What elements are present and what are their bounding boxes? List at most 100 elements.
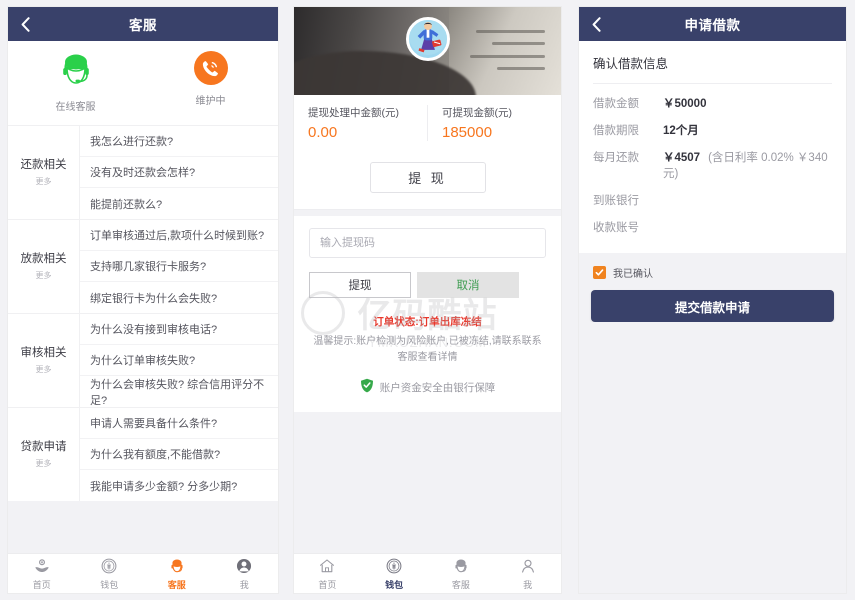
avatar[interactable] <box>406 17 450 61</box>
faq-group: 放款相关 更多 订单审核通过后,款项什么时候到账? 支持哪几家银行卡服务? 绑定… <box>8 219 278 313</box>
section-title: 确认借款信息 <box>593 53 832 84</box>
balance-label: 可提现金额(元) <box>442 105 561 120</box>
navbar-customer-service: 客服 <box>8 7 278 41</box>
faq-question[interactable]: 能提前还款么? <box>80 188 278 219</box>
page-filler <box>294 412 561 553</box>
tab-customer-service[interactable]: 客服 <box>428 554 495 593</box>
checkbox-checked-icon[interactable] <box>593 266 606 279</box>
balance-value: 185000 <box>442 124 561 141</box>
faq-category-review[interactable]: 审核相关 更多 <box>8 314 80 407</box>
wallet-coin-icon <box>100 557 118 576</box>
balance-value: 0.00 <box>308 124 427 141</box>
faq-category-more: 更多 <box>36 458 52 469</box>
tab-customer-service[interactable]: 客服 <box>143 554 211 593</box>
faq-question[interactable]: 支持哪几家银行卡服务? <box>80 251 278 282</box>
loan-body: 确认借款信息 借款金额 ￥50000 借款期限 12个月 每月还款 ￥4507(… <box>579 41 846 593</box>
tab-profile[interactable]: 我 <box>211 554 279 593</box>
avatar-man-icon <box>409 17 447 58</box>
tab-wallet[interactable]: 钱包 <box>76 554 144 593</box>
user-profile-icon <box>519 557 537 576</box>
tabbar-panel2: 首页 钱包 <box>294 553 561 593</box>
order-status-text: 订单状态:订单出库冻结 <box>309 314 546 329</box>
tab-home[interactable]: 首页 <box>8 554 76 593</box>
faq-question-list: 订单审核通过后,款项什么时候到账? 支持哪几家银行卡服务? 绑定银行卡为什么会失… <box>80 220 278 313</box>
faq-category-more: 更多 <box>36 364 52 375</box>
back-button[interactable] <box>579 7 613 41</box>
faq-category-application[interactable]: 贷款申请 更多 <box>8 408 80 501</box>
shield-check-icon <box>360 378 374 396</box>
faq-question[interactable]: 为什么我有额度,不能借款? <box>80 439 278 470</box>
row-key: 收款账号 <box>593 219 663 235</box>
loan-row-term: 借款期限 12个月 <box>593 122 832 138</box>
bank-guarantee-text: 账户资金安全由银行保障 <box>380 380 496 395</box>
screen-withdraw: 提现处理中金额(元) 0.00 可提现金额(元) 185000 提 现 提现 取… <box>293 6 562 594</box>
faq-question-list: 我怎么进行还款? 没有及时还款会怎样? 能提前还款么? <box>80 126 278 219</box>
loan-row-bank[interactable]: 到账银行 <box>593 192 832 208</box>
navbar-loan-apply: 申请借款 <box>579 7 846 41</box>
row-value: ￥4507(含日利率 0.02% ￥340元) <box>663 149 832 181</box>
back-button[interactable] <box>8 7 42 41</box>
page-title: 客服 <box>8 14 278 34</box>
faq-category-disbursement[interactable]: 放款相关 更多 <box>8 220 80 313</box>
loan-row-monthly: 每月还款 ￥4507(含日利率 0.02% ￥340元) <box>593 149 832 181</box>
loan-info-card: 确认借款信息 借款金额 ￥50000 借款期限 12个月 每月还款 ￥4507(… <box>579 41 846 253</box>
faq-group: 审核相关 更多 为什么没有接到审核电话? 为什么订单审核失败? 为什么会审核失败… <box>8 313 278 407</box>
balance-available: 可提现金额(元) 185000 <box>427 105 561 141</box>
tab-label: 首页 <box>33 578 51 591</box>
warning-tip-text: 温馨提示:账户检测为风险账户,已被冻结,请联系联系客服查看详情 <box>309 334 546 366</box>
service-entry-label: 在线客服 <box>56 98 96 113</box>
wallet-coin-icon <box>385 557 403 576</box>
row-value: ￥50000 <box>663 95 706 111</box>
faq-question[interactable]: 我怎么进行还款? <box>80 126 278 157</box>
phone-call-icon <box>194 51 228 85</box>
confirm-withdraw-button[interactable]: 提现 <box>309 272 411 298</box>
faq-category-repayment[interactable]: 还款相关 更多 <box>8 126 80 219</box>
tab-label: 我 <box>240 578 249 591</box>
tab-label: 客服 <box>168 578 186 591</box>
phone-panel-withdraw: 提现处理中金额(元) 0.00 可提现金额(元) 185000 提 现 提现 取… <box>285 0 570 600</box>
loan-row-account[interactable]: 收款账号 <box>593 219 832 235</box>
withdraw-button[interactable]: 提 现 <box>370 162 486 193</box>
customer-service-icon <box>452 557 470 576</box>
faq-category-label: 还款相关 <box>21 158 67 174</box>
screen-customer-service: 客服 <box>7 6 279 594</box>
faq-question[interactable]: 为什么会审核失败? 综合信用评分不足? <box>80 376 278 407</box>
tab-profile[interactable]: 我 <box>494 554 561 593</box>
withdraw-primary-wrap: 提 现 <box>294 152 561 210</box>
tab-label: 首页 <box>318 578 336 591</box>
service-entry-online[interactable]: 在线客服 <box>8 51 143 113</box>
withdraw-code-input[interactable] <box>309 228 546 258</box>
faq-question[interactable]: 为什么没有接到审核电话? <box>80 314 278 345</box>
faq-question[interactable]: 订单审核通过后,款项什么时候到账? <box>80 220 278 251</box>
tab-home[interactable]: 首页 <box>294 554 361 593</box>
home-hand-icon <box>33 557 51 576</box>
tab-wallet[interactable]: 钱包 <box>361 554 428 593</box>
phone-panel-customer-service: 客服 <box>0 0 285 600</box>
row-key: 到账银行 <box>593 192 663 208</box>
bank-guarantee-row: 账户资金安全由银行保障 <box>309 378 546 396</box>
faq-question[interactable]: 申请人需要具备什么条件? <box>80 408 278 439</box>
faq-question[interactable]: 绑定银行卡为什么会失败? <box>80 282 278 313</box>
row-key: 借款金额 <box>593 95 663 111</box>
service-entry-row: 在线客服 维护中 <box>8 41 278 125</box>
faq-category-label: 贷款申请 <box>21 440 67 456</box>
confirm-label: 我已确认 <box>613 265 653 280</box>
faq-group: 还款相关 更多 我怎么进行还款? 没有及时还款会怎样? 能提前还款么? <box>8 125 278 219</box>
balance-row: 提现处理中金额(元) 0.00 可提现金额(元) 185000 <box>294 95 561 152</box>
user-profile-icon <box>235 557 253 576</box>
cancel-button[interactable]: 取消 <box>417 272 519 298</box>
submit-wrap: 提交借款申请 <box>579 280 846 322</box>
faq-category-more: 更多 <box>36 176 52 187</box>
customer-service-icon <box>168 557 186 576</box>
faq-category-label: 审核相关 <box>21 346 67 362</box>
faq-question[interactable]: 没有及时还款会怎样? <box>80 157 278 188</box>
screen-loan-apply: 申请借款 确认借款信息 借款金额 ￥50000 借款期限 12个月 每月还款 <box>578 6 847 594</box>
balance-processing: 提现处理中金额(元) 0.00 <box>294 105 427 141</box>
faq-question[interactable]: 为什么订单审核失败? <box>80 345 278 376</box>
submit-loan-button[interactable]: 提交借款申请 <box>591 290 834 322</box>
faq-question[interactable]: 我能申请多少金额? 分多少期? <box>80 470 278 501</box>
faq-question-list: 申请人需要具备什么条件? 为什么我有额度,不能借款? 我能申请多少金额? 分多少… <box>80 408 278 501</box>
withdraw-action-row: 提现 取消 <box>309 272 546 298</box>
service-entry-maintenance[interactable]: 维护中 <box>143 51 278 113</box>
balance-label: 提现处理中金额(元) <box>308 105 427 120</box>
